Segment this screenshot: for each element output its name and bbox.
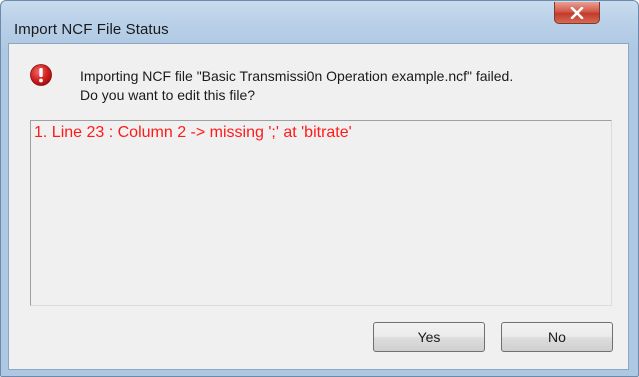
dialog-window: Import NCF File Status Importing NCF fil…: [0, 0, 639, 377]
window-title: Import NCF File Status: [14, 21, 169, 38]
error-details-list[interactable]: 1. Line 23 : Column 2 -> missing ';' at …: [30, 120, 612, 306]
message-line-1: Importing NCF file "Basic Transmissi0n O…: [80, 68, 514, 84]
title-bar[interactable]: Import NCF File Status: [1, 1, 638, 41]
yes-button[interactable]: Yes: [373, 322, 485, 352]
close-button[interactable]: [554, 2, 600, 24]
error-icon: [30, 64, 52, 86]
error-detail-item: 1. Line 23 : Column 2 -> missing ';' at …: [34, 124, 352, 141]
close-icon: [570, 6, 584, 19]
no-button[interactable]: No: [501, 322, 613, 352]
message-line-2: Do you want to edit this file?: [80, 87, 256, 103]
dialog-body: Importing NCF file "Basic Transmissi0n O…: [8, 43, 629, 370]
status-message: Importing NCF file "Basic Transmissi0n O…: [80, 67, 620, 105]
